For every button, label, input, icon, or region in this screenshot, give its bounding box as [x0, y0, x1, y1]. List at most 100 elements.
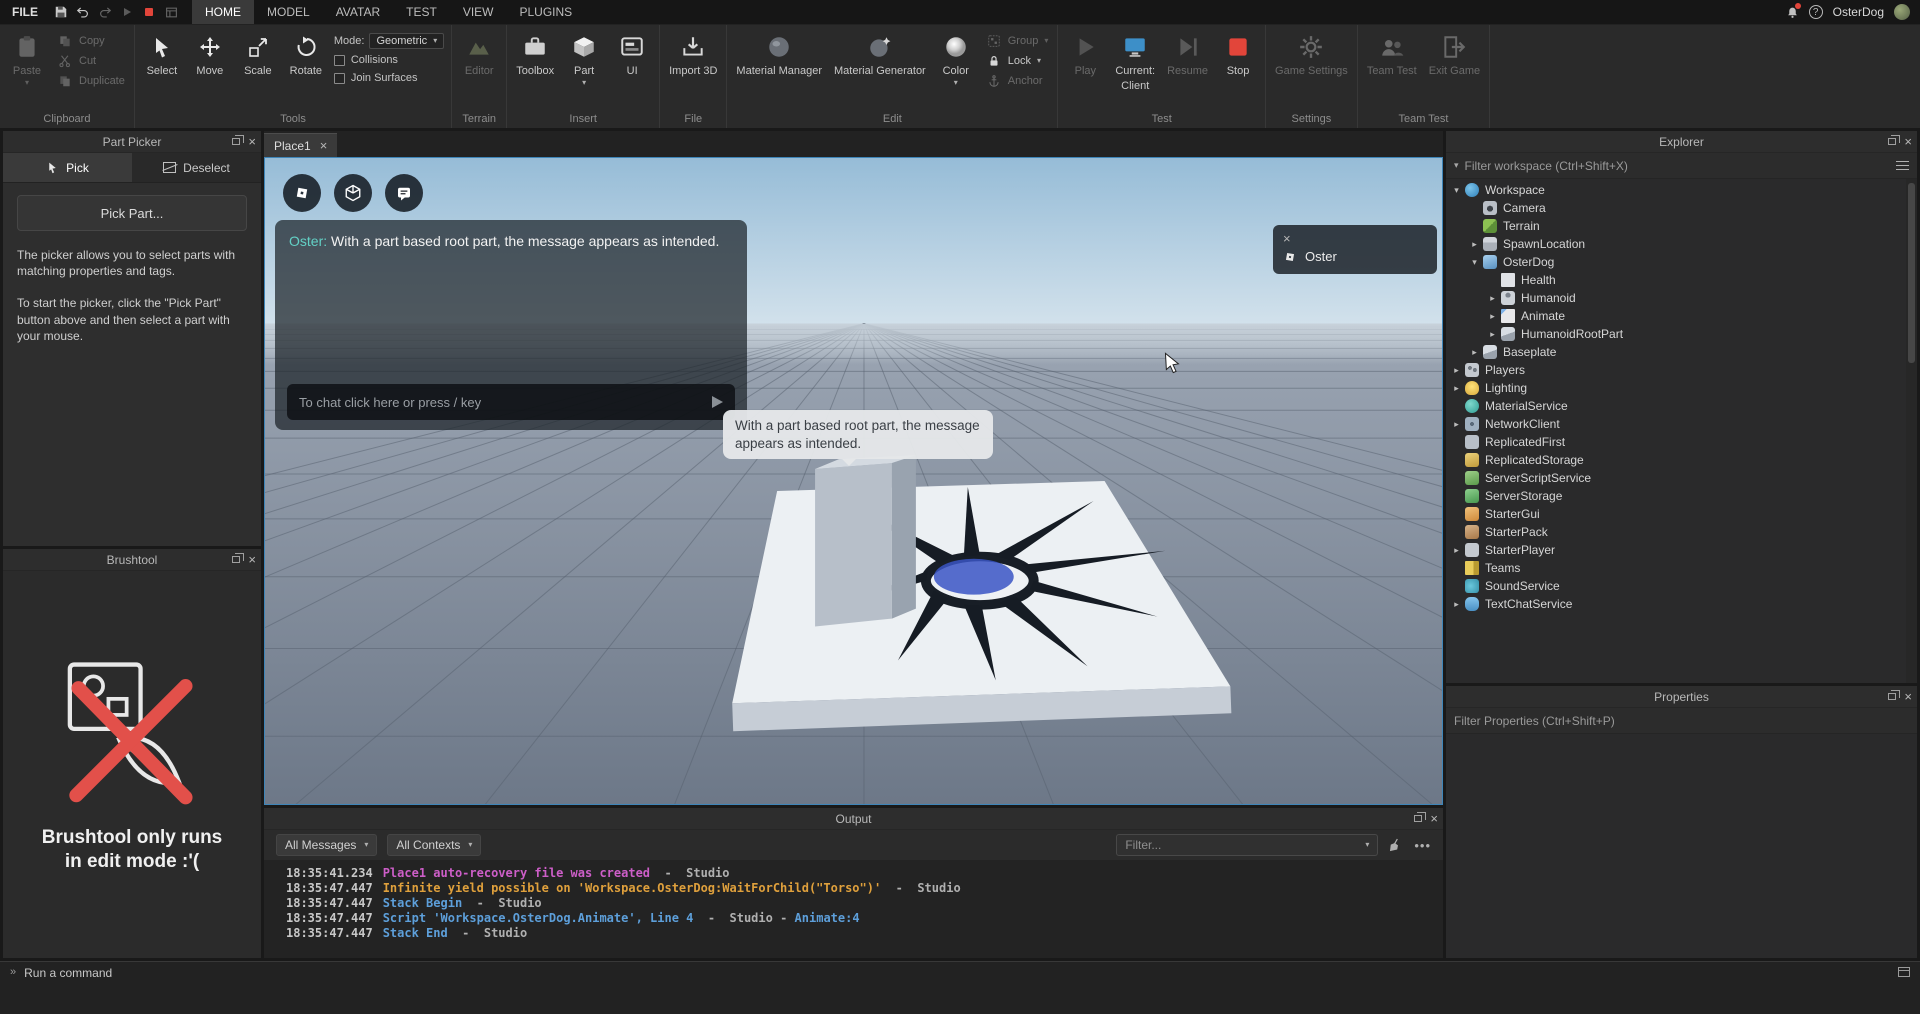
- close-panel-icon[interactable]: [1904, 135, 1912, 148]
- username-label[interactable]: OsterDog: [1833, 5, 1884, 19]
- tab-view[interactable]: VIEW: [450, 0, 507, 24]
- output-filter-box[interactable]: [1116, 834, 1379, 856]
- help-icon[interactable]: [1808, 5, 1823, 19]
- tree-item[interactable]: StarterPlayer: [1446, 541, 1917, 559]
- select-tool-button[interactable]: Select: [138, 27, 186, 78]
- place-tab[interactable]: Place1: [264, 133, 338, 157]
- filter-history-caret-icon[interactable]: [1454, 160, 1459, 171]
- tree-item[interactable]: StarterPack: [1446, 523, 1917, 541]
- tree-item[interactable]: Camera: [1446, 199, 1917, 217]
- chat-toggle-button[interactable]: [385, 174, 423, 212]
- collisions-checkbox[interactable]: [333, 54, 345, 66]
- contexts-filter-dropdown[interactable]: All Contexts: [387, 834, 482, 856]
- properties-filter-input[interactable]: [1454, 713, 1909, 728]
- user-avatar[interactable]: [1894, 4, 1910, 20]
- filter-options-icon[interactable]: [1896, 160, 1909, 171]
- tree-item[interactable]: OsterDog: [1446, 253, 1917, 271]
- tree-item[interactable]: HumanoidRootPart: [1446, 325, 1917, 343]
- expand-arrow-icon[interactable]: [1468, 239, 1481, 250]
- pick-tab[interactable]: Pick: [3, 153, 132, 182]
- gizmo-button[interactable]: [334, 174, 372, 212]
- tab-plugins[interactable]: PLUGINS: [506, 0, 585, 24]
- tree-item[interactable]: ServerScriptService: [1446, 469, 1917, 487]
- import-3d-button[interactable]: Import 3D: [663, 27, 723, 78]
- mode-dropdown[interactable]: Geometric: [369, 33, 445, 49]
- tree-item[interactable]: SpawnLocation: [1446, 235, 1917, 253]
- explorer-filter-input[interactable]: [1464, 158, 1890, 173]
- float-panel-icon[interactable]: [232, 135, 245, 145]
- log-line[interactable]: 18:35:47.447 Script 'Workspace.OsterDog.A…: [286, 911, 1443, 926]
- tree-item[interactable]: MaterialService: [1446, 397, 1917, 415]
- close-panel-icon[interactable]: [248, 135, 256, 148]
- tab-avatar[interactable]: AVATAR: [323, 0, 393, 24]
- notifications-bell-icon[interactable]: [1786, 2, 1801, 19]
- log-line[interactable]: 18:35:41.234 Place1 auto-recovery file wa…: [286, 866, 1443, 881]
- toolbox-button[interactable]: Toolbox: [510, 27, 560, 78]
- expand-arrow-icon[interactable]: [1450, 419, 1463, 430]
- close-tab-icon[interactable]: [320, 139, 328, 152]
- current-client-button[interactable]: Current: Client: [1109, 27, 1161, 93]
- tree-item[interactable]: Workspace: [1446, 181, 1917, 199]
- tree-item[interactable]: ReplicatedFirst: [1446, 433, 1917, 451]
- tree-item[interactable]: Animate: [1446, 307, 1917, 325]
- chat-input-bar[interactable]: [287, 384, 735, 420]
- tree-item[interactable]: Teams: [1446, 559, 1917, 577]
- close-panel-icon[interactable]: [1904, 690, 1912, 703]
- pick-part-button[interactable]: Pick Part...: [17, 195, 247, 231]
- expand-arrow-icon[interactable]: [1450, 185, 1463, 196]
- part-button[interactable]: Part: [560, 27, 608, 87]
- tree-item[interactable]: Humanoid: [1446, 289, 1917, 307]
- 3d-viewport[interactable]: Oster: With a part based root part, the …: [264, 157, 1443, 805]
- rotate-tool-button[interactable]: Rotate: [282, 27, 330, 78]
- scale-tool-button[interactable]: Scale: [234, 27, 282, 78]
- log-link[interactable]: Animate:4: [773, 911, 860, 925]
- expand-arrow-icon[interactable]: [1486, 311, 1499, 322]
- tree-item[interactable]: TextChatService: [1446, 595, 1917, 613]
- output-menu-icon[interactable]: [1414, 838, 1431, 853]
- tree-item[interactable]: Health: [1446, 271, 1917, 289]
- log-line[interactable]: 18:35:47.447Stack BeginStudio: [286, 896, 1443, 911]
- player-row[interactable]: Oster: [1283, 249, 1427, 264]
- tree-item[interactable]: Baseplate: [1446, 343, 1917, 361]
- expand-arrow-icon[interactable]: [1450, 365, 1463, 376]
- quick-stop-icon[interactable]: [138, 0, 160, 24]
- tree-item[interactable]: NetworkClient: [1446, 415, 1917, 433]
- close-panel-icon[interactable]: [1430, 812, 1438, 825]
- send-icon[interactable]: [712, 396, 723, 408]
- chat-input[interactable]: [299, 394, 704, 410]
- lock-button[interactable]: Lock: [980, 51, 1055, 71]
- tree-item[interactable]: ReplicatedStorage: [1446, 451, 1917, 469]
- float-panel-icon[interactable]: [1888, 690, 1901, 700]
- clear-output-icon[interactable]: [1388, 837, 1404, 853]
- close-panel-icon[interactable]: [248, 553, 256, 566]
- save-icon[interactable]: [50, 0, 72, 24]
- tab-model[interactable]: MODEL: [254, 0, 323, 24]
- expand-arrow-icon[interactable]: [1450, 599, 1463, 610]
- material-manager-button[interactable]: Material Manager: [730, 27, 828, 78]
- tree-item[interactable]: StarterGui: [1446, 505, 1917, 523]
- command-bar-label[interactable]: Run a command: [24, 966, 112, 980]
- tree-item[interactable]: ServerStorage: [1446, 487, 1917, 505]
- log-line[interactable]: 18:35:47.447Stack EndStudio: [286, 926, 1443, 941]
- chat-speaker[interactable]: Oster:: [289, 233, 327, 249]
- join-surfaces-checkbox[interactable]: [333, 72, 345, 84]
- material-generator-button[interactable]: Material Generator: [828, 27, 932, 78]
- layout-icon[interactable]: [160, 0, 182, 24]
- output-filter-input[interactable]: [1125, 838, 1358, 852]
- float-panel-icon[interactable]: [1888, 135, 1901, 145]
- explorer-scrollbar[interactable]: [1906, 179, 1917, 683]
- file-menu[interactable]: FILE: [0, 0, 50, 24]
- expand-arrow-icon[interactable]: [1450, 545, 1463, 556]
- float-panel-icon[interactable]: [232, 553, 245, 563]
- scrollbar-thumb[interactable]: [1908, 183, 1915, 363]
- panel-toggle-icon[interactable]: [1898, 967, 1910, 977]
- tab-test[interactable]: TEST: [393, 0, 450, 24]
- undo-icon[interactable]: [72, 0, 94, 24]
- expand-arrow-icon[interactable]: [1450, 383, 1463, 394]
- tree-item[interactable]: SoundService: [1446, 577, 1917, 595]
- log-line[interactable]: 18:35:47.447 Infinite yield possible on '…: [286, 881, 1443, 896]
- tree-item[interactable]: Players: [1446, 361, 1917, 379]
- command-bar[interactable]: Run a command: [0, 961, 1920, 1014]
- color-button[interactable]: Color: [932, 27, 980, 87]
- expand-arrow-icon[interactable]: [1468, 347, 1481, 358]
